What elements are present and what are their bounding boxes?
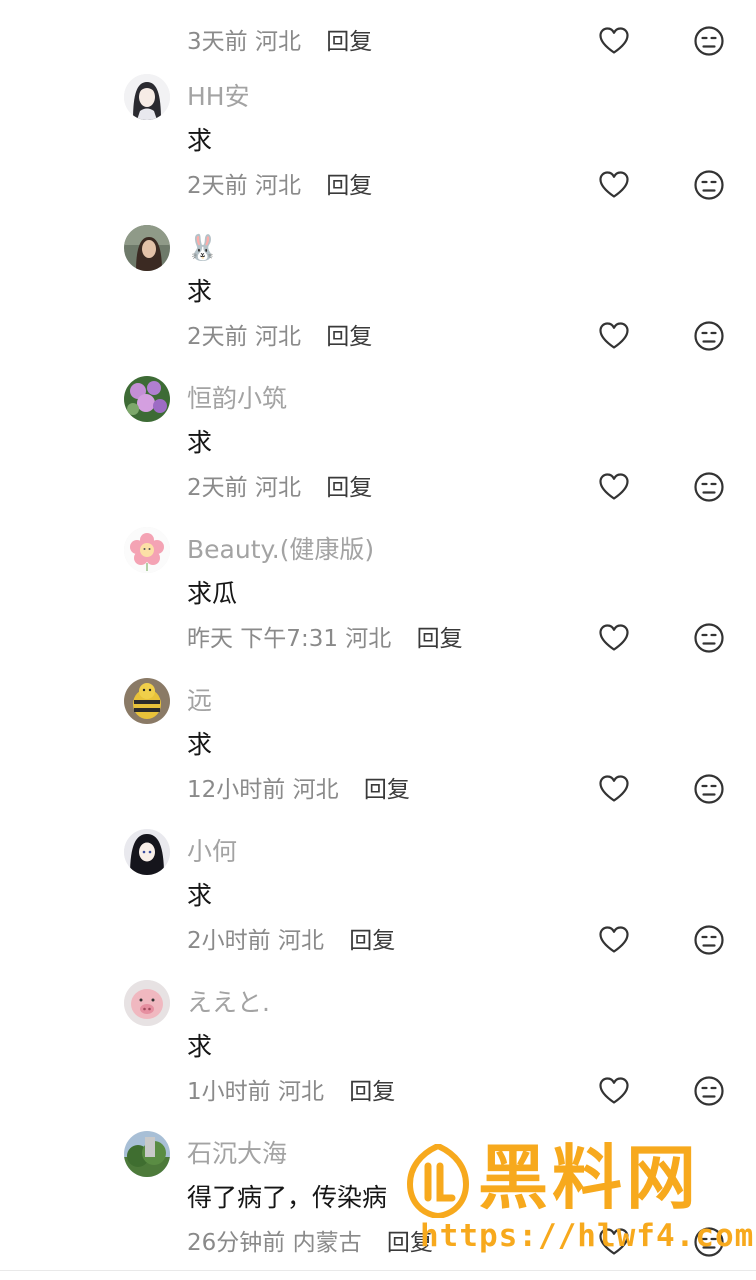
- reply-button[interactable]: 回复: [387, 1230, 433, 1256]
- reply-button[interactable]: 回复: [417, 626, 463, 652]
- comment-text: 求瓜: [187, 579, 238, 608]
- comment-location: 河北: [345, 626, 392, 652]
- meh-face-icon[interactable]: [693, 924, 725, 956]
- comment-text: 求: [187, 730, 213, 759]
- comment-item: 3天前 河北 回复: [0, 0, 756, 73]
- avatar[interactable]: [124, 1131, 170, 1177]
- reply-button[interactable]: 回复: [364, 777, 410, 803]
- comment-time: 12小时前: [187, 777, 286, 803]
- heart-outline-icon[interactable]: [598, 471, 630, 503]
- reply-button[interactable]: 回复: [326, 324, 372, 350]
- comment-item: 小何 求 2小时前 河北 回复: [0, 821, 756, 972]
- comment-time: 3天前: [187, 29, 248, 55]
- comment-meta: 1小时前 河北 回复: [187, 1076, 395, 1108]
- heart-outline-icon[interactable]: [598, 1075, 630, 1107]
- username[interactable]: 石沉大海: [187, 1137, 287, 1171]
- comment-time: 26分钟前: [187, 1230, 286, 1256]
- comment-text: 得了病了，传染病: [187, 1183, 388, 1212]
- comment-time: 2天前: [187, 324, 248, 350]
- username[interactable]: 小何: [187, 835, 237, 869]
- meh-face-icon[interactable]: [693, 320, 725, 352]
- comment-time: 1小时前: [187, 1079, 271, 1105]
- heart-outline-icon[interactable]: [598, 622, 630, 654]
- comment-text: 求: [187, 881, 213, 910]
- comment-item: 远 求 12小时前 河北 回复: [0, 670, 756, 821]
- comment-text: 求: [187, 1032, 213, 1061]
- comment-location: 河北: [277, 1079, 324, 1105]
- comment-item: Beauty.(健康版) 求瓜 昨天 下午7:31 河北 回复: [0, 519, 756, 670]
- comment-meta: 2天前 河北 回复: [187, 472, 372, 504]
- heart-outline-icon[interactable]: [598, 1226, 630, 1258]
- avatar[interactable]: [124, 980, 170, 1026]
- comment-text: 求: [187, 277, 213, 306]
- reply-button[interactable]: 回复: [326, 475, 372, 501]
- comment-time: 2小时前: [187, 928, 271, 954]
- comment-location: 河北: [254, 173, 301, 199]
- reply-button[interactable]: 回复: [349, 928, 395, 954]
- comment-item: HH安 求 2天前 河北 回复: [0, 66, 756, 217]
- username[interactable]: ええと.: [187, 986, 270, 1020]
- comment-meta: 昨天 下午7:31 河北 回复: [187, 623, 463, 655]
- username[interactable]: Beauty.(健康版): [187, 533, 374, 567]
- comment-time: 2天前: [187, 173, 248, 199]
- comment-location: 河北: [254, 475, 301, 501]
- comment-list: 3天前 河北 回复 HH安 求 2天前 河北 回复 🐰 求 2天前 河北 回复: [0, 0, 756, 1280]
- comment-location: 河北: [254, 29, 301, 55]
- username[interactable]: 🐰: [187, 231, 218, 265]
- comment-item: 石沉大海 得了病了，传染病 26分钟前 内蒙古 回复: [0, 1123, 756, 1274]
- comment-location: 河北: [254, 324, 301, 350]
- comment-meta: 3天前 河北 回复: [187, 26, 372, 58]
- reply-button[interactable]: 回复: [349, 1079, 395, 1105]
- meh-face-icon[interactable]: [693, 773, 725, 805]
- heart-outline-icon[interactable]: [598, 320, 630, 352]
- heart-outline-icon[interactable]: [598, 773, 630, 805]
- avatar[interactable]: [124, 74, 170, 120]
- comment-item: ええと. 求 1小时前 河北 回复: [0, 972, 756, 1123]
- comment-item: 恒韵小筑 求 2天前 河北 回复: [0, 368, 756, 519]
- comment-location: 内蒙古: [292, 1230, 362, 1256]
- comment-time: 昨天 下午7:31: [187, 626, 338, 652]
- comment-meta: 12小时前 河北 回复: [187, 774, 410, 806]
- avatar[interactable]: [124, 678, 170, 724]
- meh-face-icon[interactable]: [693, 622, 725, 654]
- comment-location: 河北: [292, 777, 339, 803]
- heart-outline-icon[interactable]: [598, 169, 630, 201]
- heart-outline-icon[interactable]: [598, 25, 630, 57]
- comment-time: 2天前: [187, 475, 248, 501]
- avatar[interactable]: [124, 527, 170, 573]
- avatar[interactable]: [124, 829, 170, 875]
- comment-meta: 2天前 河北 回复: [187, 170, 372, 202]
- avatar[interactable]: [124, 225, 170, 271]
- comment-location: 河北: [277, 928, 324, 954]
- comment-meta: 2天前 河北 回复: [187, 321, 372, 353]
- comment-item: 🐰 求 2天前 河北 回复: [0, 217, 756, 368]
- username[interactable]: 远: [187, 684, 212, 718]
- meh-face-icon[interactable]: [693, 25, 725, 57]
- heart-outline-icon[interactable]: [598, 924, 630, 956]
- meh-face-icon[interactable]: [693, 169, 725, 201]
- reply-button[interactable]: 回复: [326, 173, 372, 199]
- comment-text: 求: [187, 126, 213, 155]
- avatar[interactable]: [124, 376, 170, 422]
- reply-button[interactable]: 回复: [326, 29, 372, 55]
- meh-face-icon[interactable]: [693, 1075, 725, 1107]
- username[interactable]: 恒韵小筑: [187, 382, 287, 416]
- comment-meta: 26分钟前 内蒙古 回复: [187, 1227, 433, 1259]
- meh-face-icon[interactable]: [693, 471, 725, 503]
- comment-text: 求: [187, 428, 213, 457]
- divider: [0, 1270, 756, 1271]
- username[interactable]: HH安: [187, 80, 250, 114]
- meh-face-icon[interactable]: [693, 1226, 725, 1258]
- comment-meta: 2小时前 河北 回复: [187, 925, 395, 957]
